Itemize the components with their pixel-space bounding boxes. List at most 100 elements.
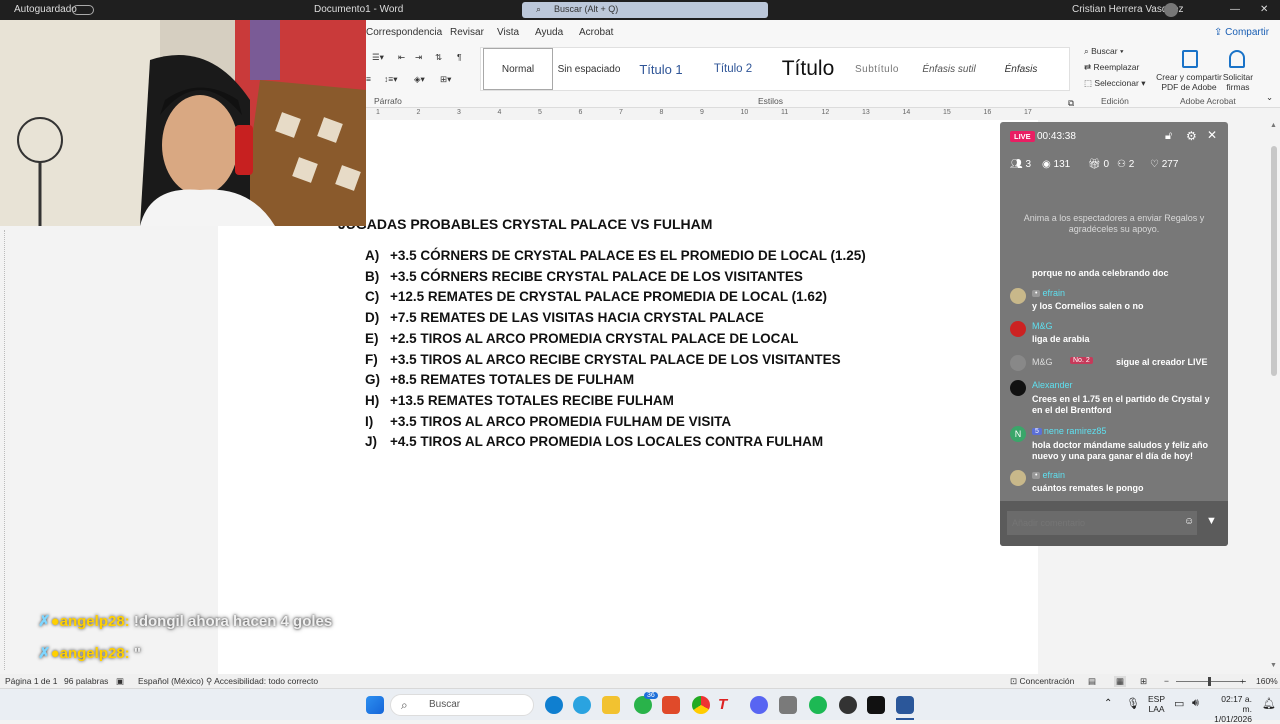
language[interactable]: Español (México)	[138, 676, 204, 686]
word-count[interactable]: 96 palabras	[64, 676, 108, 686]
chat-username[interactable]: M&G	[1032, 321, 1053, 331]
group-parrafo-label: Párrafo	[374, 96, 402, 106]
tiktok-icon[interactable]	[867, 696, 885, 714]
style-enfasis-sutil[interactable]: Énfasis sutil	[913, 48, 985, 90]
scroll-down-icon[interactable]: ▼	[1270, 662, 1277, 669]
tab-ayuda[interactable]: Ayuda	[535, 27, 563, 38]
pilcrow-icon[interactable]: ¶	[457, 52, 462, 62]
read-mode-icon[interactable]: ▤	[1088, 676, 1096, 687]
notification-icon[interactable]: 🔔︎	[1262, 697, 1276, 710]
shading-icon[interactable]: ◈▾	[414, 74, 425, 85]
taskbar-search[interactable]: ⌕ Buscar	[390, 694, 534, 716]
tab-vista[interactable]: Vista	[497, 27, 519, 38]
group-edicion-label: Edición	[1101, 96, 1129, 106]
style-subtitulo[interactable]: Subtítulo	[849, 48, 905, 90]
align-justify-icon[interactable]: ≡	[366, 74, 371, 84]
find-button[interactable]: ⌕ Buscar ▾	[1084, 46, 1124, 57]
zoom-slider-thumb[interactable]	[1208, 677, 1211, 686]
list-item: I) +3.5 TIROS AL ARCO PROMEDIA FULHAM DE …	[365, 414, 731, 429]
avatar[interactable]: N	[1010, 426, 1026, 442]
typora-icon[interactable]: T	[718, 696, 736, 714]
style-enfasis[interactable]: Énfasis	[991, 48, 1051, 90]
zoom-slider[interactable]	[1176, 681, 1246, 682]
whatsapp-badge: 36	[644, 692, 658, 699]
replace-button[interactable]: ⇄ Reemplazar	[1084, 62, 1139, 73]
vertical-scrollbar[interactable]: ▲ ▼	[1268, 120, 1280, 674]
tab-correspondencia[interactable]: Correspondencia	[366, 27, 442, 38]
word-icon[interactable]	[896, 696, 914, 714]
file-explorer-icon[interactable]	[602, 696, 620, 714]
request-signatures-button[interactable]: Solicitar firmas	[1220, 72, 1256, 92]
style-titulo[interactable]: Título	[771, 48, 845, 90]
proofing-icon[interactable]: ▣	[116, 676, 124, 687]
sort-icon[interactable]: ⇅	[435, 52, 442, 63]
network-icon[interactable]: ▭	[1174, 697, 1184, 710]
windows-start-icon[interactable]	[366, 696, 384, 714]
list-item: G) +8.5 REMATES TOTALES DE FULHAM	[365, 372, 634, 387]
zoom-out-icon[interactable]: −	[1164, 676, 1169, 686]
avatar[interactable]	[1164, 3, 1178, 17]
edge-icon[interactable]	[545, 696, 563, 714]
ruler-tick: 14	[902, 109, 911, 116]
calculator-icon[interactable]	[779, 696, 797, 714]
avatar[interactable]	[1010, 321, 1026, 337]
emoji-icon[interactable]: ☺	[1184, 516, 1194, 527]
borders-icon[interactable]: ⊞▾	[440, 74, 451, 85]
avatar[interactable]	[1010, 355, 1026, 371]
settings-icon[interactable]: ⚙	[1186, 129, 1197, 143]
chat-username[interactable]: • efrain	[1032, 288, 1065, 298]
volume-icon[interactable]: 🔊︎	[1192, 697, 1199, 710]
page-count[interactable]: Página 1 de 1	[5, 676, 57, 686]
tray-chevron-icon[interactable]: ⌃	[1104, 698, 1112, 709]
share-button[interactable]: ⇪ Compartir	[1214, 27, 1269, 38]
pin-icon: ✗	[38, 613, 51, 630]
chat-username[interactable]: 5 nene ramirez85	[1032, 426, 1106, 436]
search-box[interactable]: ⌕ Buscar (Alt + Q)	[522, 2, 768, 18]
comment-input[interactable]	[1007, 511, 1197, 535]
tab-acrobat[interactable]: Acrobat	[579, 27, 613, 38]
decrease-indent-icon[interactable]: ⇤	[398, 52, 405, 63]
close-icon[interactable]: ✕	[1207, 128, 1217, 142]
avatar[interactable]	[1010, 288, 1026, 304]
tab-revisar[interactable]: Revisar	[450, 27, 484, 38]
scroll-up-icon[interactable]: ▲	[1270, 122, 1277, 129]
zoom-in-icon[interactable]: +	[1240, 676, 1245, 686]
line-spacing-icon[interactable]: ↕≡▾	[384, 74, 397, 85]
select-button[interactable]: ⬚ Seleccionar ▾	[1084, 78, 1145, 89]
replace-label: Reemplazar	[1093, 62, 1140, 72]
filter-icon[interactable]: ▼	[1206, 515, 1217, 527]
print-layout-icon[interactable]: ▦	[1114, 676, 1127, 687]
microphone-icon[interactable]: 🎙︎	[1126, 697, 1140, 710]
create-pdf-button[interactable]: Crear y compartir PDF de Adobe	[1156, 72, 1222, 92]
obs-icon[interactable]	[839, 696, 857, 714]
web-layout-icon[interactable]: ⊞	[1140, 676, 1147, 687]
style-titulo-2[interactable]: Título 2	[701, 48, 765, 90]
style-sin-espaciado[interactable]: Sin espaciado	[557, 48, 621, 90]
accessibility-status[interactable]: ⚲ Accesibilidad: todo correcto	[206, 676, 318, 687]
style-titulo-1[interactable]: Título 1	[627, 48, 695, 90]
minimize-icon[interactable]: —	[1230, 4, 1240, 15]
collapse-ribbon-icon[interactable]: ⌄	[1266, 92, 1273, 103]
scrollbar-thumb[interactable]	[1271, 146, 1277, 376]
lock-icon[interactable]: 🔓︎	[1165, 130, 1172, 143]
chat-username[interactable]: Alexander	[1032, 380, 1073, 390]
discord-icon[interactable]	[750, 696, 768, 714]
multilevel-list-icon[interactable]: ☰▾	[372, 52, 384, 63]
brave-icon[interactable]	[662, 696, 680, 714]
telegram-icon[interactable]	[573, 696, 591, 714]
avatar[interactable]	[1010, 380, 1026, 396]
chat-username[interactable]: • efrain	[1032, 470, 1065, 480]
focus-mode[interactable]: ⊡ Concentración	[1010, 676, 1074, 687]
style-normal[interactable]: Normal	[483, 48, 553, 90]
chat-username[interactable]: M&G	[1032, 357, 1053, 367]
close-icon[interactable]: ✕	[1260, 4, 1268, 15]
zoom-level[interactable]: 160%	[1256, 676, 1278, 686]
language-indicator[interactable]: ESP LAA	[1148, 694, 1165, 714]
autosave-toggle[interactable]	[72, 5, 94, 15]
avatar[interactable]	[1010, 470, 1026, 486]
spotify-icon[interactable]	[809, 696, 827, 714]
eye-icon: ◉	[1042, 159, 1051, 170]
chrome-icon[interactable]	[692, 696, 710, 714]
cursor-icon: ⬚	[1084, 78, 1095, 88]
increase-indent-icon[interactable]: ⇥	[415, 52, 422, 63]
